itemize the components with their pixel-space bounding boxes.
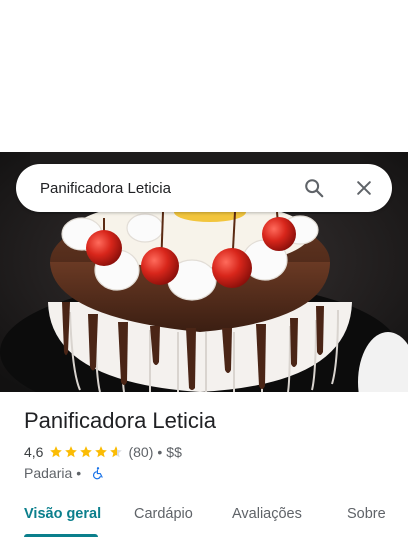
search-bar[interactable]: Panificadora Leticia [16,164,392,212]
wheelchair-icon [91,466,105,480]
close-icon [357,181,371,195]
tab-about[interactable]: Sobre [347,506,386,522]
tab-overview[interactable]: Visão geral [24,506,101,522]
star-icon [80,446,93,458]
tab-reviews[interactable]: Avaliações [232,506,302,522]
separator-dot: • [157,444,163,460]
rating-row: 4,6 (80) • $$ [24,444,182,460]
star-icon [50,446,63,458]
tab-menu[interactable]: Cardápio [134,506,193,522]
price-level: $$ [166,444,182,460]
star-half-icon [110,446,123,458]
review-count[interactable]: (80) [128,444,153,460]
star-rating [49,445,124,459]
star-icon [95,446,108,458]
search-input[interactable]: Panificadora Leticia [16,180,294,197]
separator-dot: • [76,465,82,481]
place-category: Padaria [24,465,73,481]
search-icon [305,179,324,198]
active-tab-indicator [24,534,98,537]
search-button[interactable] [294,168,334,208]
place-name: Panificadora Leticia [24,408,217,433]
clear-search-button[interactable] [344,168,384,208]
category-row: Padaria • [24,465,105,481]
tab-bar: Visão geral Cardápio Avaliações Sobre [0,496,408,544]
rating-value: 4,6 [24,444,44,460]
star-icon [65,446,78,458]
